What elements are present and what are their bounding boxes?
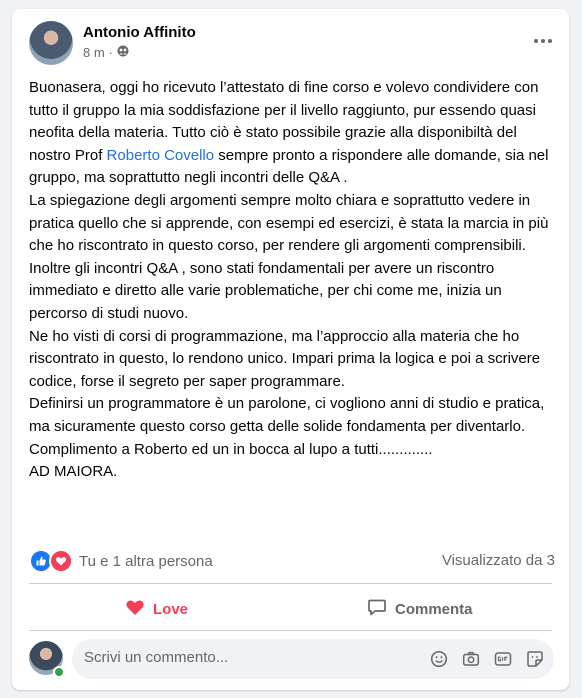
divider [29, 583, 552, 584]
more-options-icon[interactable] [531, 31, 555, 51]
group-icon [117, 45, 129, 60]
comment-button[interactable]: Commenta [367, 597, 473, 621]
post-paragraph: La spiegazione degli argomenti sempre mo… [29, 191, 549, 255]
comment-icon [367, 597, 387, 621]
divider [29, 630, 552, 631]
author-name[interactable]: Antonio Affinito [83, 24, 196, 41]
gif-icon[interactable] [494, 650, 512, 668]
post-paragraph: Definirsi un programmatore è un parolone… [29, 395, 545, 435]
post-meta: 8 m · [83, 45, 129, 60]
post-paragraph: Inoltre gli incontri Q&A , sono stati fo… [29, 259, 502, 322]
author-avatar[interactable] [29, 21, 73, 65]
love-label: Love [153, 600, 189, 618]
post-paragraph: AD MAIORA. [29, 463, 118, 481]
post-paragraph: Ne ho visti di corsi di programmazione, … [29, 327, 541, 390]
emoji-icon[interactable] [430, 650, 448, 668]
views-count[interactable]: Visualizzato da 3 [442, 552, 555, 569]
post-paragraph: Complimento a Roberto ed un in bocca al … [29, 440, 433, 458]
comment-label: Commenta [395, 600, 473, 618]
post-body: Buonasera, oggi ho ricevuto l’attestato … [29, 77, 561, 484]
comment-input-box[interactable]: Scrivi un commento... [72, 639, 554, 679]
mention-link[interactable]: Roberto Covello [107, 147, 215, 164]
reactions-count-text[interactable]: Tu e 1 altra persona [79, 553, 213, 570]
comment-tools [430, 650, 544, 668]
post-time[interactable]: 8 m [83, 45, 105, 60]
post-paragraph: Buonasera, oggi ho ricevuto l’attestato … [29, 79, 549, 187]
reactions-summary[interactable]: Tu e 1 altra persona [29, 549, 213, 573]
online-status-indicator [53, 666, 65, 678]
comment-input[interactable]: Scrivi un commento... [84, 649, 228, 666]
post-card: Antonio Affinito 8 m · Buonasera, oggi h… [12, 9, 569, 690]
love-reaction-icon [49, 549, 73, 573]
meta-separator: · [108, 45, 114, 60]
camera-icon[interactable] [462, 650, 480, 668]
heart-icon [125, 597, 145, 621]
love-button[interactable]: Love [125, 597, 188, 621]
sticker-icon[interactable] [526, 650, 544, 668]
